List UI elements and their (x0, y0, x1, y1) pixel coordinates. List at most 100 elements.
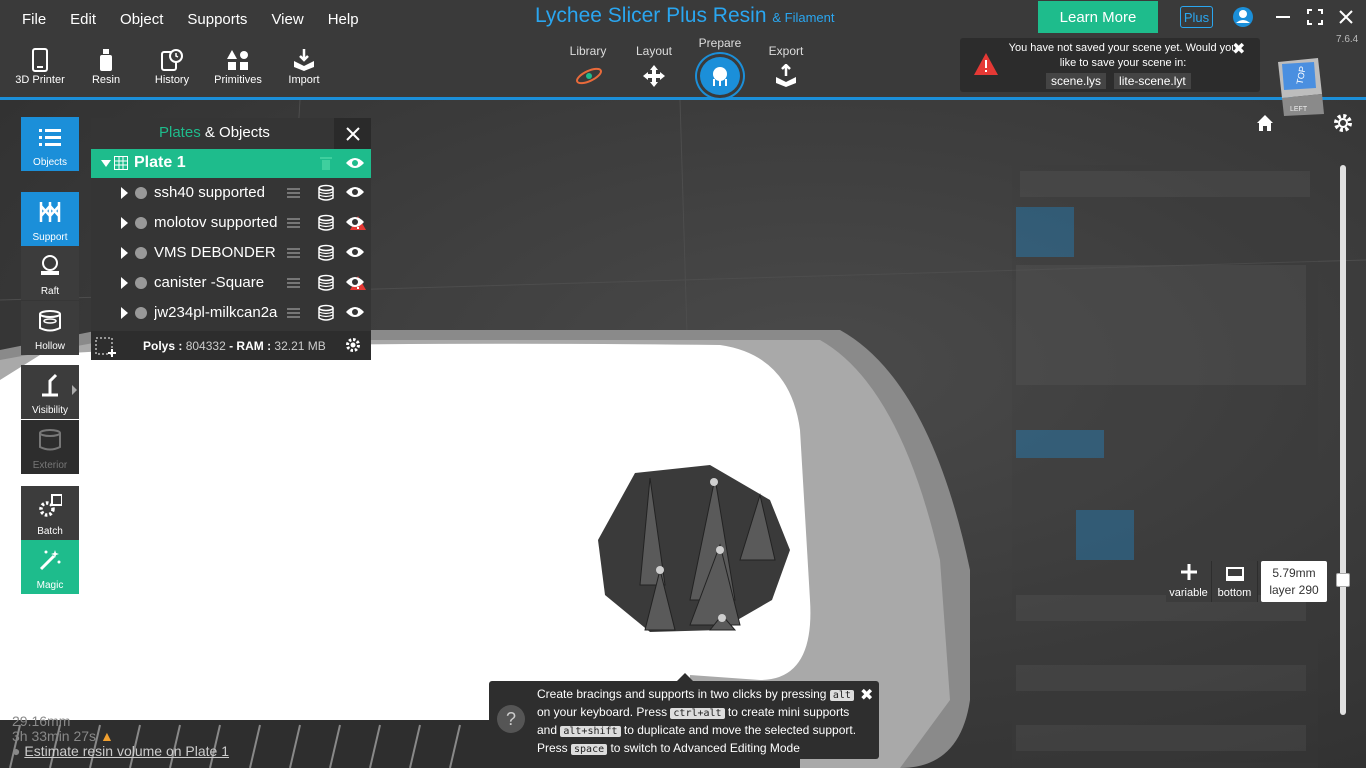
close-icon[interactable]: ✖ (1232, 39, 1245, 59)
bullet-icon: ● (12, 743, 25, 759)
save-lyt-button[interactable]: lite-scene.lyt (1114, 73, 1191, 89)
eye-icon[interactable] (345, 185, 365, 204)
drag-handle-icon[interactable] (287, 308, 300, 320)
printer-icon (27, 46, 53, 74)
3d-printer-button[interactable]: 3D Printer (10, 46, 70, 96)
tab-layout[interactable]: Layout (621, 36, 687, 98)
add-plate-icon[interactable] (91, 331, 121, 360)
layer-controls: variable bottom (1166, 561, 1258, 602)
menu-object[interactable]: Object (108, 8, 175, 31)
drag-handle-icon[interactable] (287, 248, 300, 260)
history-button[interactable]: History (142, 46, 202, 96)
resin-button[interactable]: Resin (76, 46, 136, 96)
plate-row[interactable]: Plate 1 (91, 149, 371, 178)
raft-button[interactable]: Raft (21, 246, 79, 300)
view-cube[interactable]: TOP LEFT (1276, 58, 1326, 118)
layer-height: 5.79mm (1272, 566, 1316, 580)
object-row[interactable]: VMS DEBONDER HOLDER (91, 238, 371, 268)
main-toolbar: 3D Printer Resin History Primitives Impo… (10, 46, 334, 96)
prepare-icon (697, 54, 743, 98)
close-icon[interactable]: ✖ (860, 685, 873, 705)
layer-stack-icon[interactable] (317, 184, 335, 207)
layer-info: 5.79mm layer 290 (1261, 561, 1327, 602)
expand-arrow-icon[interactable] (121, 187, 128, 199)
drag-handle-icon[interactable] (287, 278, 300, 290)
expand-arrow-icon[interactable] (121, 277, 128, 289)
menu-view[interactable]: View (259, 8, 315, 31)
import-icon (291, 46, 317, 74)
object-row[interactable]: ssh40 supported (91, 178, 371, 208)
object-name: ssh40 supported (154, 184, 265, 201)
visibility-button[interactable]: Visibility (21, 365, 79, 419)
drag-handle-icon[interactable] (287, 188, 300, 200)
object-row[interactable]: molotov supported (91, 208, 371, 238)
app-title: Lychee Slicer Plus Resin & Filament (535, 4, 835, 27)
object-name: molotov supported (154, 214, 278, 231)
batch-button[interactable]: Batch (21, 486, 79, 540)
support-button[interactable]: Support (21, 192, 79, 246)
expand-arrow-icon[interactable] (121, 307, 128, 319)
account-icon[interactable] (1231, 6, 1255, 28)
expand-arrow-icon[interactable] (121, 217, 128, 229)
tab-prepare[interactable]: Prepare (687, 36, 753, 98)
maximize-icon[interactable] (1303, 6, 1327, 28)
primitives-button[interactable]: Primitives (208, 46, 268, 96)
eye-icon[interactable] (345, 245, 365, 264)
object-row[interactable]: canister -Square (91, 268, 371, 298)
eye-icon[interactable] (345, 215, 365, 234)
variable-layer-button[interactable]: variable (1166, 561, 1212, 602)
bottom-layers-icon (1225, 564, 1245, 587)
viewcube-left-label: LEFT (1290, 106, 1308, 113)
layer-slider-handle[interactable] (1336, 573, 1350, 587)
plate-grid-icon (114, 156, 128, 175)
close-icon[interactable] (334, 118, 371, 149)
home-icon[interactable] (1256, 114, 1274, 137)
eye-icon[interactable] (345, 156, 365, 175)
menu-edit[interactable]: Edit (58, 8, 108, 31)
raft-icon (38, 254, 62, 278)
close-window-icon[interactable] (1334, 6, 1358, 28)
resin-bottle-icon (93, 46, 119, 74)
list-icon (38, 125, 62, 149)
estimate-resin-link[interactable]: Estimate resin volume on Plate 1 (24, 743, 229, 759)
objects-button[interactable]: Objects (21, 117, 79, 171)
hollow-button[interactable]: Hollow (21, 301, 79, 355)
gear-icon[interactable] (345, 337, 361, 358)
layer-number: layer 290 (1269, 583, 1319, 597)
settings-gear-icon[interactable] (1333, 113, 1353, 138)
exterior-button[interactable]: Exterior (21, 420, 79, 474)
expand-arrow-icon[interactable] (121, 247, 128, 259)
scene-stats: Polys : 804332 - RAM : 32.21 MB (143, 339, 326, 353)
expand-arrow-icon[interactable] (72, 385, 77, 395)
history-icon (159, 46, 185, 74)
print-info: 29.16mm 3h 33min 27s ▲ ● Estimate resin … (12, 714, 229, 759)
object-row[interactable]: jw234pl-milkcan2a (91, 298, 371, 328)
tab-export[interactable]: Export (753, 36, 819, 98)
menu-file[interactable]: File (10, 8, 58, 31)
eye-icon[interactable] (345, 305, 365, 324)
trash-icon[interactable] (319, 155, 333, 176)
layer-stack-icon[interactable] (317, 304, 335, 327)
primitives-icon (225, 46, 251, 74)
help-icon: ? (497, 705, 525, 733)
batch-gears-icon (38, 494, 62, 518)
tab-library[interactable]: Library (555, 36, 621, 98)
collapse-arrow-icon[interactable] (101, 160, 111, 167)
menu-supports[interactable]: Supports (175, 8, 259, 31)
layer-stack-icon[interactable] (317, 214, 335, 237)
minimize-icon[interactable] (1271, 6, 1295, 28)
layer-slider-track[interactable] (1340, 165, 1346, 715)
plus-badge[interactable]: Plus (1180, 6, 1213, 28)
object-list: ssh40 supported molotov supported VMS DEBO… (91, 178, 371, 328)
magic-button[interactable]: Magic (21, 540, 79, 594)
eye-icon[interactable] (345, 275, 365, 294)
menu-help[interactable]: Help (316, 8, 371, 31)
bottom-layer-button[interactable]: bottom (1212, 561, 1258, 602)
learn-more-button[interactable]: Learn More (1038, 1, 1158, 33)
layer-stack-icon[interactable] (317, 274, 335, 297)
save-lys-button[interactable]: scene.lys (1046, 73, 1107, 89)
move-arrows-icon (640, 62, 668, 90)
import-button[interactable]: Import (274, 46, 334, 96)
layer-stack-icon[interactable] (317, 244, 335, 267)
drag-handle-icon[interactable] (287, 218, 300, 230)
